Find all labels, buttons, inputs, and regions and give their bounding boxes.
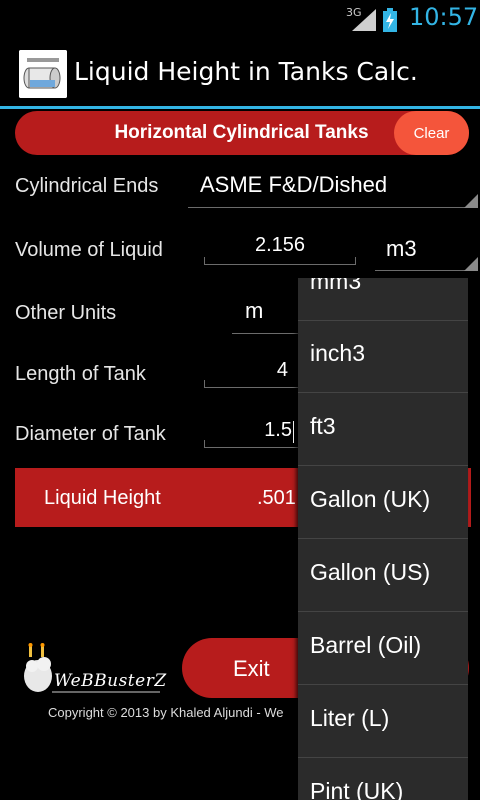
length-label: Length of Tank	[15, 363, 146, 385]
cylindrical-ends-value: ASME F&D/Dished	[200, 172, 388, 197]
spinner-underline	[188, 207, 478, 208]
volume-unit-value: m3	[386, 236, 417, 261]
diameter-value: 1.5	[264, 419, 292, 441]
volume-unit-dropdown[interactable]: mm3 inch3 ft3 Gallon (UK) Gallon (US) Ba…	[298, 278, 468, 800]
dropdown-item-label: Gallon (UK)	[310, 486, 431, 512]
dropdown-item-label: ft3	[310, 413, 336, 439]
spinner-underline	[232, 333, 298, 334]
dropdown-item[interactable]: Liter (L)	[298, 685, 468, 758]
dropdown-item-label: inch3	[310, 340, 365, 366]
other-units-value: m	[245, 298, 264, 323]
dropdown-item[interactable]: Gallon (UK)	[298, 466, 468, 539]
spinner-arrow-icon	[464, 257, 478, 271]
input-underline	[204, 264, 356, 265]
status-bar: 3G 10:57	[0, 0, 480, 38]
length-value: 4	[276, 359, 288, 381]
dropdown-item[interactable]: mm3	[298, 278, 468, 321]
clock: 10:57	[409, 3, 479, 31]
other-units-label: Other Units	[15, 302, 117, 324]
input-underline	[204, 387, 298, 388]
dropdown-item[interactable]: inch3	[298, 320, 468, 393]
text-cursor	[293, 421, 294, 443]
cylindrical-ends-label: Cylindrical Ends	[15, 175, 159, 197]
volume-label: Volume of Liquid	[15, 239, 163, 261]
clear-button[interactable]: Clear	[394, 111, 469, 155]
action-bar: Liquid Height in Tanks Calc.	[0, 38, 480, 109]
dropdown-item-label: mm3	[310, 278, 362, 294]
spinner-underline	[375, 270, 478, 271]
result-value: .501	[257, 487, 296, 509]
input-tick	[204, 257, 205, 265]
app-logo-icon	[19, 50, 67, 98]
spinner-arrow-icon	[464, 194, 478, 208]
app-title: Liquid Height in Tanks Calc.	[74, 57, 418, 86]
input-tick	[204, 380, 205, 388]
input-underline	[204, 447, 298, 448]
dropdown-item[interactable]: Gallon (US)	[298, 539, 468, 612]
dropdown-item[interactable]: ft3	[298, 393, 468, 466]
input-tick	[204, 440, 205, 448]
volume-value: 2.156	[254, 234, 306, 256]
dropdown-item-label: Pint (UK)	[310, 778, 404, 800]
input-tick	[355, 257, 356, 265]
dropdown-item-label: Gallon (US)	[310, 559, 431, 585]
result-label: Liquid Height	[44, 487, 161, 509]
signal-icon	[352, 9, 376, 31]
logo-text: WeBBusterZ	[54, 671, 167, 691]
copyright-text: Copyright © 2013 by Khaled Aljundi - We	[48, 705, 284, 720]
exit-label: Exit	[233, 656, 270, 681]
battery-charging-icon	[383, 8, 397, 32]
dropdown-item-label: Liter (L)	[310, 705, 390, 731]
diameter-label: Diameter of Tank	[15, 423, 166, 445]
dropdown-item-label: Barrel (Oil)	[310, 632, 422, 658]
dropdown-item[interactable]: Pint (UK)	[298, 758, 468, 800]
dropdown-item[interactable]: Barrel (Oil)	[298, 612, 468, 685]
